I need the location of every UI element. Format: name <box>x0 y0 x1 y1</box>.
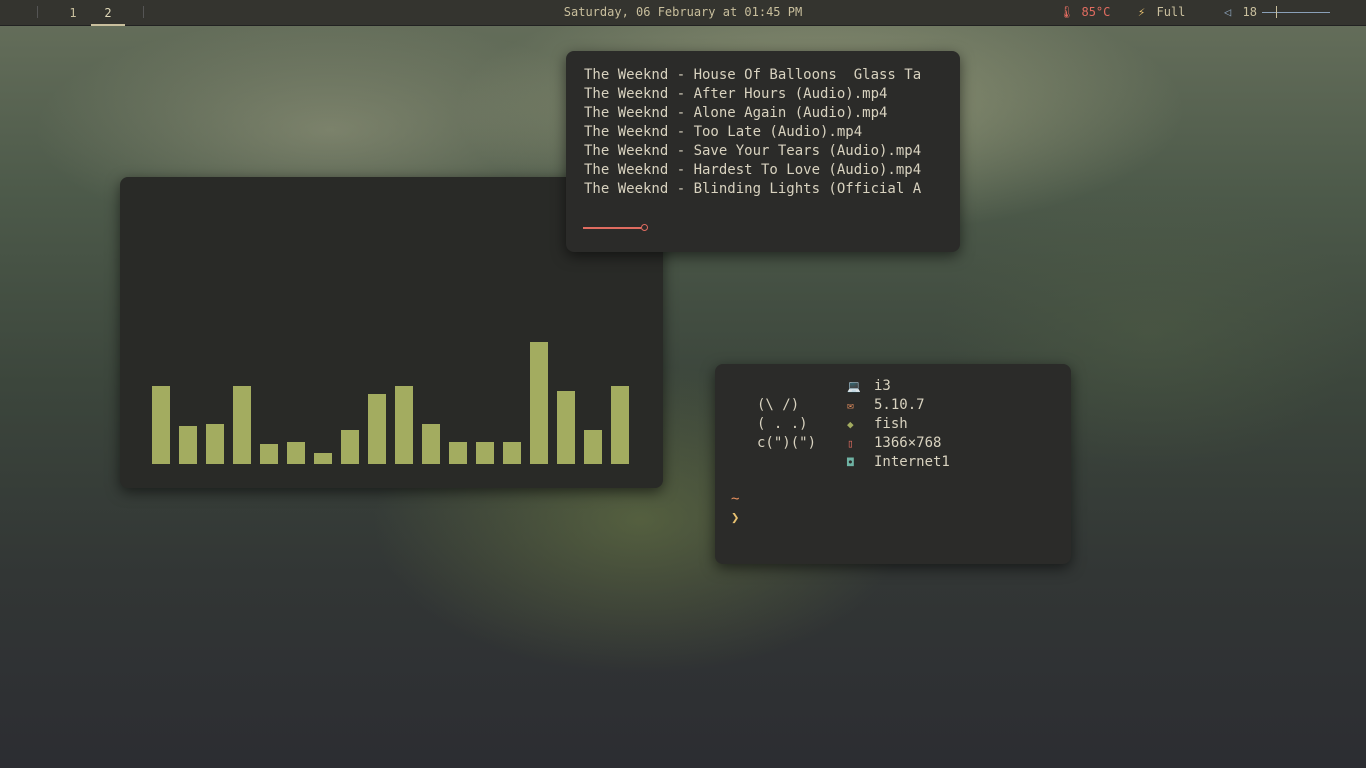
visualizer-bar <box>476 442 494 464</box>
speaker-icon: ◁ <box>1224 5 1232 19</box>
info-row: 💻 i3 <box>847 377 950 396</box>
volume-slider-track[interactable] <box>1262 12 1330 13</box>
visualizer-bar <box>584 430 602 464</box>
temperature-value: 85°C <box>1081 5 1111 19</box>
volume-module[interactable]: ◁ 18 <box>1224 5 1257 19</box>
top-bar: 1 2 Saturday, 06 February at 01:45 PM 🌡 … <box>0 0 1366 26</box>
volume-slider-knob[interactable] <box>1276 6 1277 18</box>
info-value: fish <box>874 416 908 432</box>
visualizer-bar <box>530 342 548 464</box>
playlist-item[interactable]: The Weeknd - Alone Again (Audio).mp4 <box>584 104 954 123</box>
info-row: ◘ Internet1 <box>847 453 950 472</box>
playlist-item[interactable]: The Weeknd - After Hours (Audio).mp4 <box>584 85 954 104</box>
prompt-symbol[interactable]: ❯ <box>731 510 739 526</box>
ascii-line: (\ /) <box>757 397 800 413</box>
visualizer-bars <box>152 264 632 464</box>
info-row: ✉ 5.10.7 <box>847 396 950 415</box>
fish-icon: ◆ <box>847 418 854 431</box>
visualizer-bar <box>206 424 224 464</box>
playback-progress-knob[interactable] <box>641 224 648 231</box>
playback-progress-bar[interactable] <box>583 227 641 229</box>
temperature-module: 🌡 85°C <box>1059 5 1110 19</box>
visualizer-bar <box>503 442 521 464</box>
info-row: ▯ 1366×768 <box>847 434 950 453</box>
info-row: ◆ fish <box>847 415 950 434</box>
thermometer-icon: 🌡 <box>1059 5 1075 19</box>
playlist-item[interactable]: The Weeknd - Save Your Tears (Audio).mp4 <box>584 142 954 161</box>
ascii-line: ( . .) <box>757 416 808 432</box>
playlist-item[interactable]: The Weeknd - Blinding Lights (Official A <box>584 180 954 199</box>
playlist-item[interactable]: The Weeknd - Hardest To Love (Audio).mp4 <box>584 161 954 180</box>
playlist-item[interactable]: The Weeknd - House Of Balloons Glass Ta <box>584 66 954 85</box>
visualizer-bar <box>341 430 359 464</box>
playlist-item[interactable]: The Weeknd - Too Late (Audio).mp4 <box>584 123 954 142</box>
visualizer-bar <box>233 386 251 464</box>
battery-status: Full <box>1156 5 1186 19</box>
laptop-icon: 💻 <box>847 380 861 393</box>
visualizer-bar <box>314 453 332 464</box>
visualizer-bar <box>368 394 386 464</box>
system-info: 💻 i3 ✉ 5.10.7 ◆ fish ▯ 1366×768 ◘ Internet1 <box>847 377 950 472</box>
volume-value: 18 <box>1242 5 1257 19</box>
visualizer-bar <box>422 424 440 464</box>
phone-icon: ▯ <box>847 437 854 450</box>
visualizer-bar <box>611 386 629 464</box>
visualizer-bar <box>152 386 170 464</box>
battery-module: ⚡ Full <box>1138 5 1185 19</box>
ascii-line: c(")(") <box>757 435 817 451</box>
visualizer-bar <box>287 442 305 464</box>
prompt-directory: ~ <box>731 491 740 507</box>
visualizer-bar <box>395 386 413 464</box>
visualizer-bar <box>557 391 575 464</box>
info-value: 1366×768 <box>874 435 942 451</box>
playlist: The Weeknd - House Of Balloons Glass Ta T… <box>584 66 954 199</box>
info-value: Internet1 <box>874 454 950 470</box>
network-icon: ◘ <box>847 456 854 469</box>
terminal-window[interactable]: (\ /) ( . .) c(")(") 💻 i3 ✉ 5.10.7 ◆ fish ▯ 1366×… <box>715 364 1071 564</box>
visualizer-bar <box>179 426 197 464</box>
battery-charging-icon: ⚡ <box>1138 5 1146 19</box>
info-value: 5.10.7 <box>874 397 925 413</box>
ascii-art-bunny: (\ /) ( . .) c(")(") <box>757 396 816 453</box>
music-player-window[interactable]: The Weeknd - House Of Balloons Glass Ta T… <box>566 51 960 252</box>
info-value: i3 <box>874 378 891 394</box>
visualizer-bar <box>260 444 278 464</box>
mail-icon: ✉ <box>847 399 854 412</box>
visualizer-bar <box>449 442 467 464</box>
